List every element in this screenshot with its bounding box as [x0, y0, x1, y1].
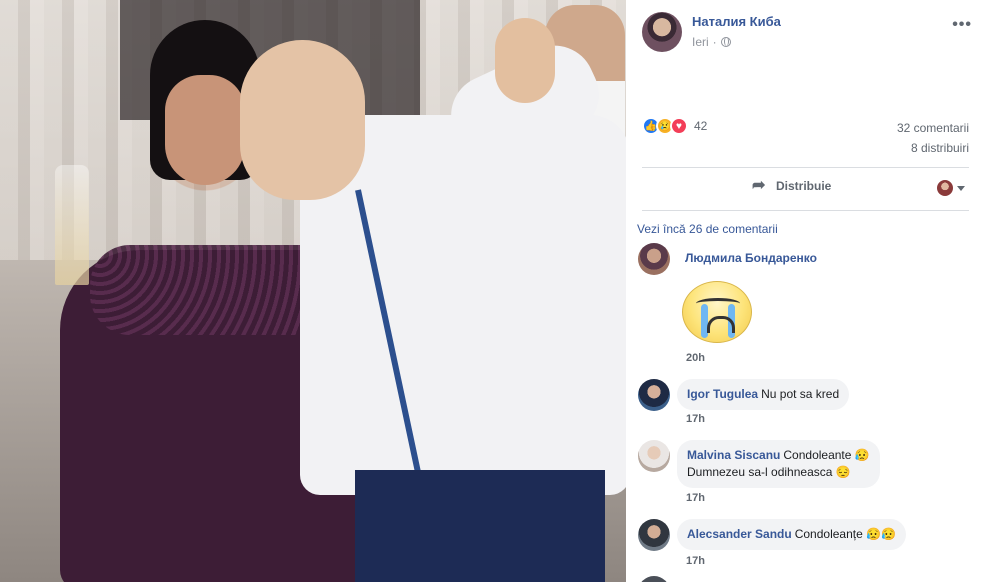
photo-glass: [55, 165, 89, 285]
post-stats: 32 comentarii 8 distribuiri: [897, 118, 969, 158]
share-label: Distribuie: [776, 179, 832, 193]
comment-time[interactable]: 17h: [686, 413, 705, 425]
commenter-avatar[interactable]: [638, 440, 670, 472]
post-side-panel: Наталия Киба Ieri · ••• 👍 😢 ♥ 42 32 come…: [626, 0, 985, 582]
comment-time[interactable]: 17h: [686, 492, 705, 504]
comment-text: Condoleanțe 😥😥: [794, 527, 896, 541]
audience-selector[interactable]: [937, 180, 965, 196]
tear-icon: [728, 304, 735, 338]
user-avatar-icon: [937, 180, 953, 196]
divider: [642, 167, 969, 168]
commenter-avatar[interactable]: [638, 576, 670, 582]
comment-item: Alecsander Sandu Condoleanțe 😥😥 17h: [638, 519, 968, 571]
commenter-avatar[interactable]: [638, 379, 670, 411]
reaction-count[interactable]: 42: [694, 119, 707, 133]
commenter-avatar[interactable]: [638, 243, 670, 275]
photo-man-head: [240, 40, 365, 200]
comment-text: Nu pot sa kred: [761, 387, 840, 401]
share-icon: [752, 179, 770, 193]
commenter-name[interactable]: Igor Tugulea: [687, 387, 758, 401]
crying-face-sticker: [682, 281, 752, 343]
chevron-down-icon: [957, 185, 965, 191]
more-options-button[interactable]: •••: [952, 16, 972, 34]
commenter-name[interactable]: Alecsander Sandu: [687, 527, 792, 541]
comment-item: Igor Tugulea Nu pot sa kred 17h: [638, 379, 968, 429]
shares-count-link[interactable]: 8 distribuiri: [897, 138, 969, 158]
post-meta: Ieri ·: [692, 35, 731, 49]
comment-time[interactable]: 17h: [686, 555, 705, 567]
comment-bubble: Igor Tugulea Nu pot sa kred: [677, 379, 850, 410]
comment-item: Людмила Бондаренко 20h: [638, 243, 968, 373]
action-bar: Distribuie: [642, 171, 969, 205]
globe-icon[interactable]: [720, 37, 731, 47]
photo-hand: [495, 18, 555, 103]
comment-bubble: Malvina Siscanu Condoleante 😥 Dumnezeu sa…: [677, 440, 880, 488]
post-photo[interactable]: [0, 0, 626, 582]
comment-bubble: Alecsander Sandu Condoleanțe 😥😥: [677, 519, 906, 550]
comment-text: Condoleante 😥: [783, 448, 870, 462]
view-more-comments-link[interactable]: Vezi încă 26 de comentarii: [637, 222, 778, 236]
post-header: Наталия Киба Ieri · •••: [642, 12, 972, 52]
commenter-avatar[interactable]: [638, 519, 670, 551]
reactions-summary[interactable]: 👍 😢 ♥ 42: [642, 116, 707, 136]
photo-pants: [355, 470, 605, 582]
love-icon: ♥: [670, 117, 688, 135]
author-avatar[interactable]: [642, 12, 682, 52]
comment-time[interactable]: 20h: [686, 352, 705, 364]
post-time[interactable]: Ieri: [692, 35, 709, 49]
meta-separator: ·: [712, 35, 717, 49]
comments-count-link[interactable]: 32 comentarii: [897, 118, 969, 138]
author-name[interactable]: Наталия Киба: [692, 14, 781, 29]
commenter-name[interactable]: Malvina Siscanu: [687, 448, 780, 462]
divider: [642, 210, 969, 211]
photo-woman-face: [165, 75, 245, 185]
share-button[interactable]: Distribuie: [752, 179, 831, 193]
tear-icon: [701, 304, 708, 338]
comment-item: Malvina Siscanu Condoleante 😥 Dumnezeu sa…: [638, 440, 968, 510]
comment-text-line-2: Dumnezeu sa-l odihneasca 😔: [687, 465, 851, 479]
commenter-name[interactable]: Людмила Бондаренко: [685, 251, 817, 265]
